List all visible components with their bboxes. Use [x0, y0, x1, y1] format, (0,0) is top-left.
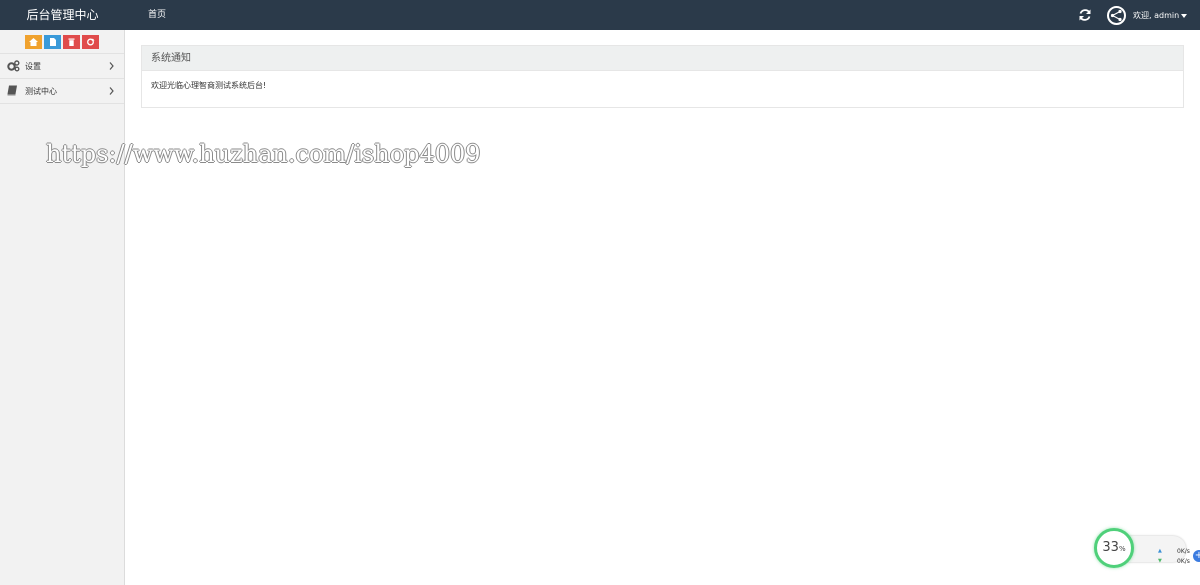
- home-icon: [29, 38, 38, 46]
- shortcut-home-button[interactable]: [25, 35, 42, 49]
- arrow-up-icon: ▲: [1158, 548, 1162, 554]
- sidebar-item-test-center[interactable]: 测试中心: [0, 79, 124, 104]
- sidebar-item-label: 设置: [25, 62, 41, 71]
- network-speed-widget[interactable]: ▲ ▼ 0K/s 0K/s + 33%: [1094, 528, 1200, 570]
- shortcut-bar: [0, 30, 124, 54]
- plus-icon[interactable]: +: [1193, 550, 1200, 562]
- refresh-icon[interactable]: [1077, 7, 1093, 23]
- sidebar-item-settings[interactable]: 设置: [0, 54, 124, 79]
- download-speed: 0K/s: [1177, 558, 1190, 565]
- top-navbar: 后台管理中心 首页 欢迎, admin: [0, 0, 1200, 30]
- nav-home-link[interactable]: 首页: [148, 0, 166, 30]
- trash-icon: [68, 38, 75, 46]
- user-menu-label: 欢迎, admin: [1133, 11, 1180, 20]
- document-icon: [50, 38, 56, 46]
- avatar[interactable]: [1107, 6, 1126, 25]
- upload-speed: 0K/s: [1177, 548, 1190, 555]
- notice-panel: 系统通知 欢迎光临心理智商测试系统后台!: [141, 45, 1184, 108]
- brand-title[interactable]: 后台管理中心: [0, 0, 125, 30]
- chevron-right-icon: [109, 87, 114, 95]
- shortcut-document-button[interactable]: [44, 35, 61, 49]
- caret-down-icon: [1181, 13, 1188, 18]
- notice-message: 欢迎光临心理智商测试系统后台!: [151, 81, 267, 90]
- recycle-icon: [87, 38, 95, 46]
- shortcut-trash-button[interactable]: [63, 35, 80, 49]
- gears-icon: [7, 60, 20, 72]
- watermark-text: https://www.huzhan.com/ishop4009: [46, 140, 481, 168]
- memory-usage-ring[interactable]: 33%: [1094, 528, 1134, 568]
- panel-title: 系统通知: [142, 46, 1183, 71]
- memory-percent: 33: [1102, 540, 1119, 555]
- sidebar: 设置 测试中心: [0, 30, 125, 585]
- shortcut-recycle-button[interactable]: [82, 35, 99, 49]
- book-icon: [7, 85, 17, 96]
- share-icon: [1110, 9, 1122, 22]
- chevron-right-icon: [109, 62, 114, 70]
- percent-unit: %: [1118, 545, 1126, 553]
- user-menu[interactable]: 欢迎, admin: [1133, 0, 1188, 30]
- sidebar-item-label: 测试中心: [25, 87, 57, 96]
- arrow-down-icon: ▼: [1158, 558, 1162, 564]
